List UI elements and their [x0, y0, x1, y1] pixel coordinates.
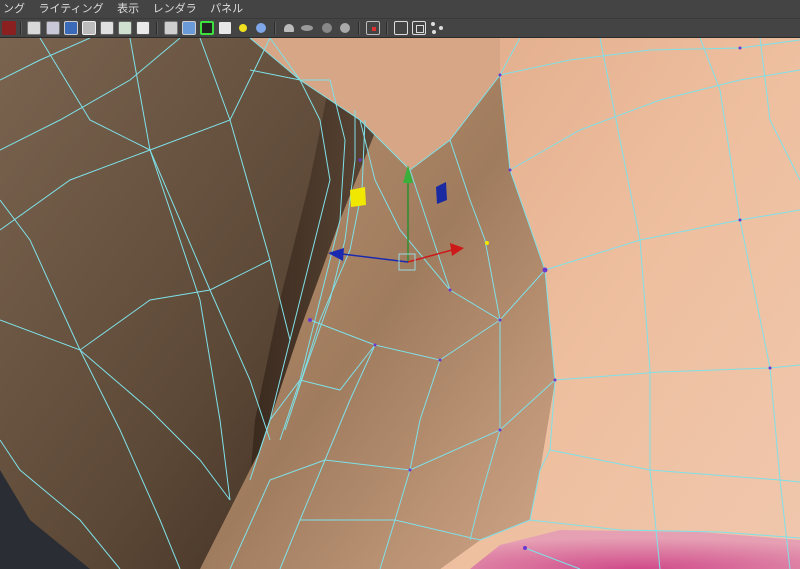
cube-wire-icon[interactable] [164, 21, 178, 35]
checker-icon[interactable] [218, 21, 232, 35]
toolbar-separator [386, 22, 388, 35]
cursor-select-icon[interactable] [366, 21, 380, 35]
text-icon[interactable] [136, 21, 150, 35]
menu-lighting[interactable]: ライティング [34, 0, 109, 18]
sphere-light-icon[interactable] [254, 21, 268, 35]
wireframe-icon[interactable] [27, 21, 41, 35]
smooth-shade-icon[interactable] [46, 21, 60, 35]
xray-icon[interactable] [100, 21, 114, 35]
isolate-select-icon[interactable] [200, 21, 214, 35]
smooth-sphere-icon[interactable] [338, 21, 352, 35]
light-icon[interactable] [118, 21, 132, 35]
select-tool-icon[interactable] [2, 21, 16, 35]
menu-renderer[interactable]: レンダラ [148, 0, 202, 18]
flat-shade-icon[interactable] [320, 21, 334, 35]
network-icon[interactable] [430, 21, 444, 35]
3d-viewport[interactable] [0, 38, 800, 569]
panel-toolbar [0, 18, 800, 38]
plane-handle-yellow[interactable] [350, 187, 366, 207]
ellipse-icon[interactable] [300, 21, 314, 35]
toolbar-separator [20, 22, 22, 35]
menu-show[interactable]: 表示 [112, 0, 144, 18]
viewport-canvas[interactable] [0, 38, 800, 569]
cube-shaded-icon[interactable] [182, 21, 196, 35]
menu-shading[interactable]: ング [0, 0, 30, 18]
shaded-icon[interactable] [64, 21, 78, 35]
dome-icon[interactable] [282, 21, 296, 35]
double-box-icon[interactable] [412, 21, 426, 35]
textured-icon[interactable] [82, 21, 96, 35]
box-icon[interactable] [394, 21, 408, 35]
toolbar-separator [156, 22, 158, 35]
maya-application: ング ライティング 表示 レンダラ パネル [0, 0, 800, 569]
menu-panels[interactable]: パネル [205, 0, 248, 18]
toolbar-separator [274, 22, 276, 35]
default-light-icon[interactable] [236, 21, 250, 35]
toolbar-separator [358, 22, 360, 35]
menu-bar: ング ライティング 表示 レンダラ パネル [0, 0, 800, 18]
selected-vertex[interactable] [485, 241, 489, 245]
